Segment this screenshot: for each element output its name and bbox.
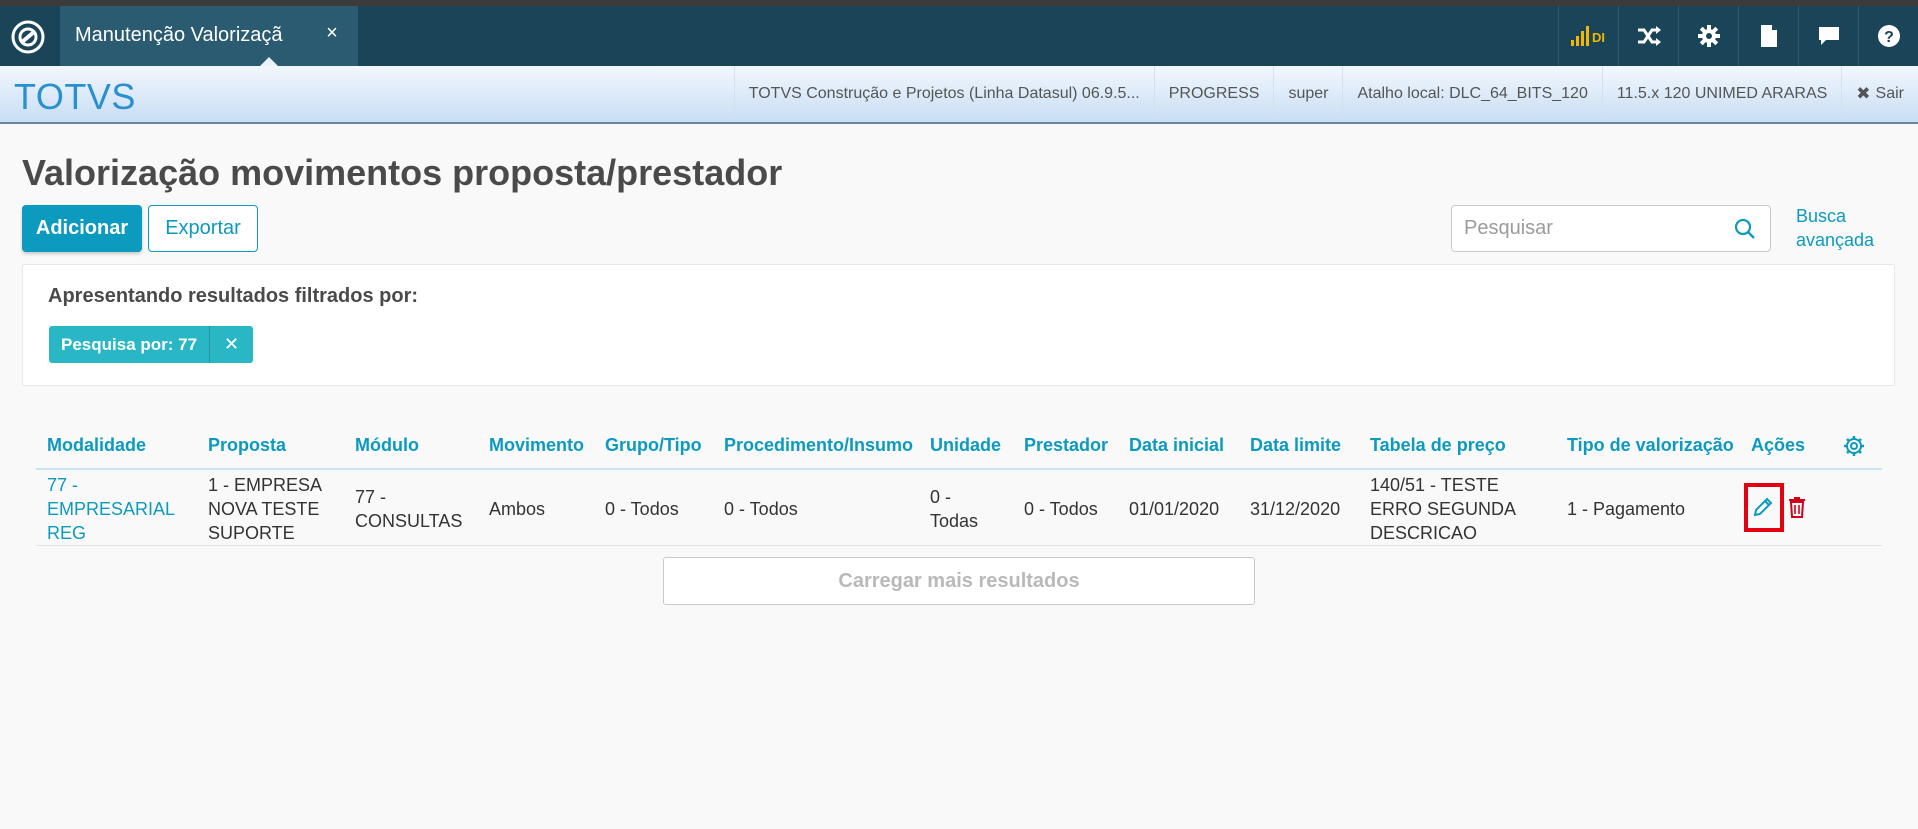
shortcut-info: Atalho local: DLC_64_BITS_120: [1342, 66, 1601, 122]
cell-procedimento: 0 - Todos: [724, 499, 798, 519]
top-navigation-bar: Manutenção Valorizaçã × DI ?: [0, 6, 1918, 66]
version-info: 11.5.x 120 UNIMED ARARAS: [1601, 66, 1841, 122]
brand-logo: TOTVS: [14, 76, 136, 117]
column-header-data-limite[interactable]: Data limite: [1250, 435, 1341, 456]
column-header-prestador[interactable]: Prestador: [1024, 435, 1108, 456]
column-header-procedimento[interactable]: Procedimento/Insumo: [724, 435, 913, 456]
totvs-logo-icon[interactable]: [10, 19, 46, 55]
svg-text:?: ?: [1884, 29, 1894, 46]
shuffle-icon[interactable]: [1618, 6, 1678, 66]
user-info: super: [1273, 66, 1342, 122]
search-box: [1451, 205, 1771, 252]
cell-unidade: 0 - Todas: [930, 487, 979, 531]
signal-label: DI: [1592, 30, 1605, 45]
brand-bar: TOTVS TOTVS Construção e Projetos (Linha…: [0, 66, 1918, 124]
chat-icon[interactable]: [1798, 6, 1858, 66]
help-icon[interactable]: ?: [1858, 6, 1918, 66]
table-header: Modalidade Proposta Módulo Movimento Gru…: [36, 425, 1882, 470]
table-row: 77 - EMPRESARIAL REG 1 - EMPRESA NOVA TE…: [36, 472, 1882, 546]
tab-active-indicator: [260, 57, 278, 66]
filter-chip-label: Pesquisa por: 77: [61, 334, 198, 354]
search-input[interactable]: [1464, 206, 1734, 251]
product-info: TOTVS Construção e Projetos (Linha Datas…: [733, 66, 1154, 122]
search-icon[interactable]: [1734, 218, 1756, 245]
tab-close-icon[interactable]: ×: [322, 22, 342, 45]
add-button[interactable]: Adicionar: [22, 205, 142, 252]
export-button[interactable]: Exportar: [148, 205, 258, 252]
advanced-search-link[interactable]: Busca avançada: [1796, 204, 1906, 252]
column-header-acoes: Ações: [1751, 435, 1806, 455]
column-header-modulo[interactable]: Módulo: [355, 435, 419, 456]
column-header-grupo-tipo[interactable]: Grupo/Tipo: [605, 435, 702, 456]
session-info: TOTVS Construção e Projetos (Linha Datas…: [733, 66, 1918, 122]
pencil-icon[interactable]: [1752, 496, 1774, 523]
cell-movimento: Ambos: [489, 499, 546, 519]
column-header-tabela-preco[interactable]: Tabela de preço: [1370, 435, 1506, 456]
cell-data-inicial: 01/01/2020: [1129, 499, 1220, 519]
page-title: Valorização movimentos proposta/prestado…: [22, 152, 783, 193]
advanced-search-line1: Busca: [1796, 206, 1847, 226]
column-header-data-inicial[interactable]: Data inicial: [1129, 435, 1224, 456]
cell-data-limite: 31/12/2020: [1250, 499, 1341, 519]
column-header-tipo-valorizacao[interactable]: Tipo de valorização: [1567, 435, 1734, 456]
table-settings-icon[interactable]: [1843, 435, 1865, 462]
cell-prestador: 0 - Todos: [1024, 499, 1098, 519]
filter-label: Apresentando resultados filtrados por:: [48, 285, 419, 307]
cell-proposta: 1 - EMPRESA NOVA TESTE SUPORTE: [208, 475, 322, 543]
cell-modalidade-link[interactable]: 77 - EMPRESARIAL REG: [47, 472, 187, 546]
signal-icon[interactable]: DI: [1558, 6, 1618, 66]
column-header-proposta[interactable]: Proposta: [208, 435, 286, 456]
cell-grupo-tipo: 0 - Todos: [605, 499, 679, 519]
top-icon-toolbar: DI ?: [1558, 6, 1918, 66]
exit-label: Sair: [1875, 85, 1904, 102]
filter-chip-close-icon[interactable]: ✕: [209, 326, 253, 363]
column-header-modalidade[interactable]: Modalidade: [47, 435, 146, 456]
cell-tabela-preco: 140/51 - TESTE ERRO SEGUNDA DESCRICAO: [1370, 475, 1516, 543]
trash-icon[interactable]: [1787, 496, 1807, 523]
close-icon: ✖: [1856, 84, 1871, 103]
document-icon[interactable]: [1738, 6, 1798, 66]
cell-modulo: 77 - CONSULTAS: [355, 487, 463, 531]
filter-chip: Pesquisa por: 77 ✕: [49, 326, 254, 363]
column-header-movimento[interactable]: Movimento: [489, 435, 584, 456]
load-more-button[interactable]: Carregar mais resultados: [663, 557, 1255, 605]
exit-button[interactable]: ✖ Sair: [1841, 66, 1918, 122]
tab-manutencao-valorizacao[interactable]: Manutenção Valorizaçã ×: [60, 6, 358, 66]
gear-icon[interactable]: [1678, 6, 1738, 66]
filter-panel: Apresentando resultados filtrados por: P…: [22, 264, 1895, 386]
advanced-search-line2: avançada: [1796, 230, 1875, 250]
column-header-unidade[interactable]: Unidade: [930, 435, 1001, 456]
cell-tipo-valorizacao: 1 - Pagamento: [1567, 499, 1686, 519]
database-info: PROGRESS: [1153, 66, 1274, 122]
tab-title: Manutenção Valorizaçã: [75, 24, 283, 46]
